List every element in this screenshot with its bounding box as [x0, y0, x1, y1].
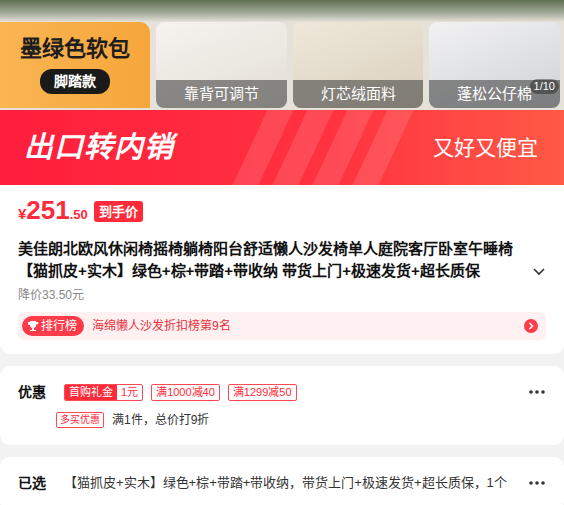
selected-label: 已选: [18, 473, 56, 494]
feature-label: 灯芯绒面料: [293, 80, 424, 109]
price-row: ¥251.50 到手价: [18, 197, 546, 226]
ranking-bar[interactable]: 排行榜海绵懒人沙发折扣榜第9名: [18, 312, 546, 340]
gallery-counter: 1/10: [530, 79, 559, 94]
gallery-headline: 墨绿色软包: [20, 36, 130, 62]
arrow-right-icon[interactable]: [524, 319, 538, 333]
multi-buy-tag: 多买优惠: [56, 412, 104, 428]
trophy-icon: [27, 320, 39, 332]
price-drop: 降价33.50元: [18, 286, 546, 304]
selected-section[interactable]: 已选【猫抓皮+实木】绿色+棕+带踏+带收纳，带货上门+极速发货+超长质保，1个: [0, 457, 564, 505]
gallery-row: 墨绿色软包脚踏款靠背可调节灯芯绒面料蓬松公仔棉: [0, 0, 564, 110]
expand-chevron-icon[interactable]: [532, 264, 546, 278]
offers-row: 优惠首购礼金1元满1000减40 满1299减50: [18, 382, 546, 403]
product-info: ¥251.50 到手价美佳朗北欧风休闲椅摇椅躺椅阳台舒适懒人沙发椅单人庭院客厅卧室…: [0, 185, 564, 354]
offers-section[interactable]: 优惠首购礼金1元满1000减40 满1299减50 多买优惠满1件，总价打9折: [0, 366, 564, 445]
promo-title: 出口转内销: [24, 126, 174, 170]
gift-name: 首购礼金: [65, 385, 117, 400]
coupon-tag[interactable]: 满1000减40: [151, 384, 220, 401]
offers-label: 优惠: [18, 382, 56, 403]
feature-thumb[interactable]: 靠背可调节: [156, 22, 287, 108]
feature-thumb[interactable]: 蓬松公仔棉: [429, 22, 560, 108]
price-integer: 251: [26, 197, 69, 223]
ranking-tag-text: 排行榜: [41, 317, 77, 335]
multi-buy-text: 满1件，总价打9折: [112, 411, 209, 429]
multi-buy-row: 多买优惠满1件，总价打9折: [18, 411, 546, 429]
price-label: 到手价: [94, 201, 143, 223]
ranking-text: 海绵懒人沙发折扣榜第9名: [92, 317, 516, 335]
promo-slogan: 又好又便宜: [433, 132, 538, 164]
product-gallery[interactable]: 墨绿色软包脚踏款靠背可调节灯芯绒面料蓬松公仔棉1/10: [0, 0, 564, 110]
promo-banner: 出口转内销 又好又便宜: [0, 110, 564, 185]
gift-coupon[interactable]: 首购礼金1元: [64, 384, 143, 401]
feature-label: 靠背可调节: [156, 80, 287, 109]
ranking-tag: 排行榜: [22, 316, 84, 336]
price-currency: ¥: [18, 203, 26, 226]
more-icon[interactable]: [528, 480, 546, 486]
price-decimal: .50: [70, 205, 88, 225]
more-icon[interactable]: [528, 389, 546, 395]
selected-text: 【猫抓皮+实木】绿色+棕+带踏+带收纳，带货上门+极速发货+超长质保，1个: [64, 474, 520, 492]
product-title: 美佳朗北欧风休闲椅摇椅躺椅阳台舒适懒人沙发椅单人庭院客厅卧室午睡椅【猫抓皮+实木…: [18, 238, 524, 282]
feature-thumb[interactable]: 灯芯绒面料: [293, 22, 424, 108]
title-row: 美佳朗北欧风休闲椅摇椅躺椅阳台舒适懒人沙发椅单人庭院客厅卧室午睡椅【猫抓皮+实木…: [18, 238, 546, 282]
coupon-tag[interactable]: 满1299减50: [228, 384, 297, 401]
gift-value: 1元: [117, 385, 142, 400]
variant-pill: 脚踏款: [40, 69, 110, 94]
gallery-headline-block: 墨绿色软包脚踏款: [0, 22, 150, 108]
